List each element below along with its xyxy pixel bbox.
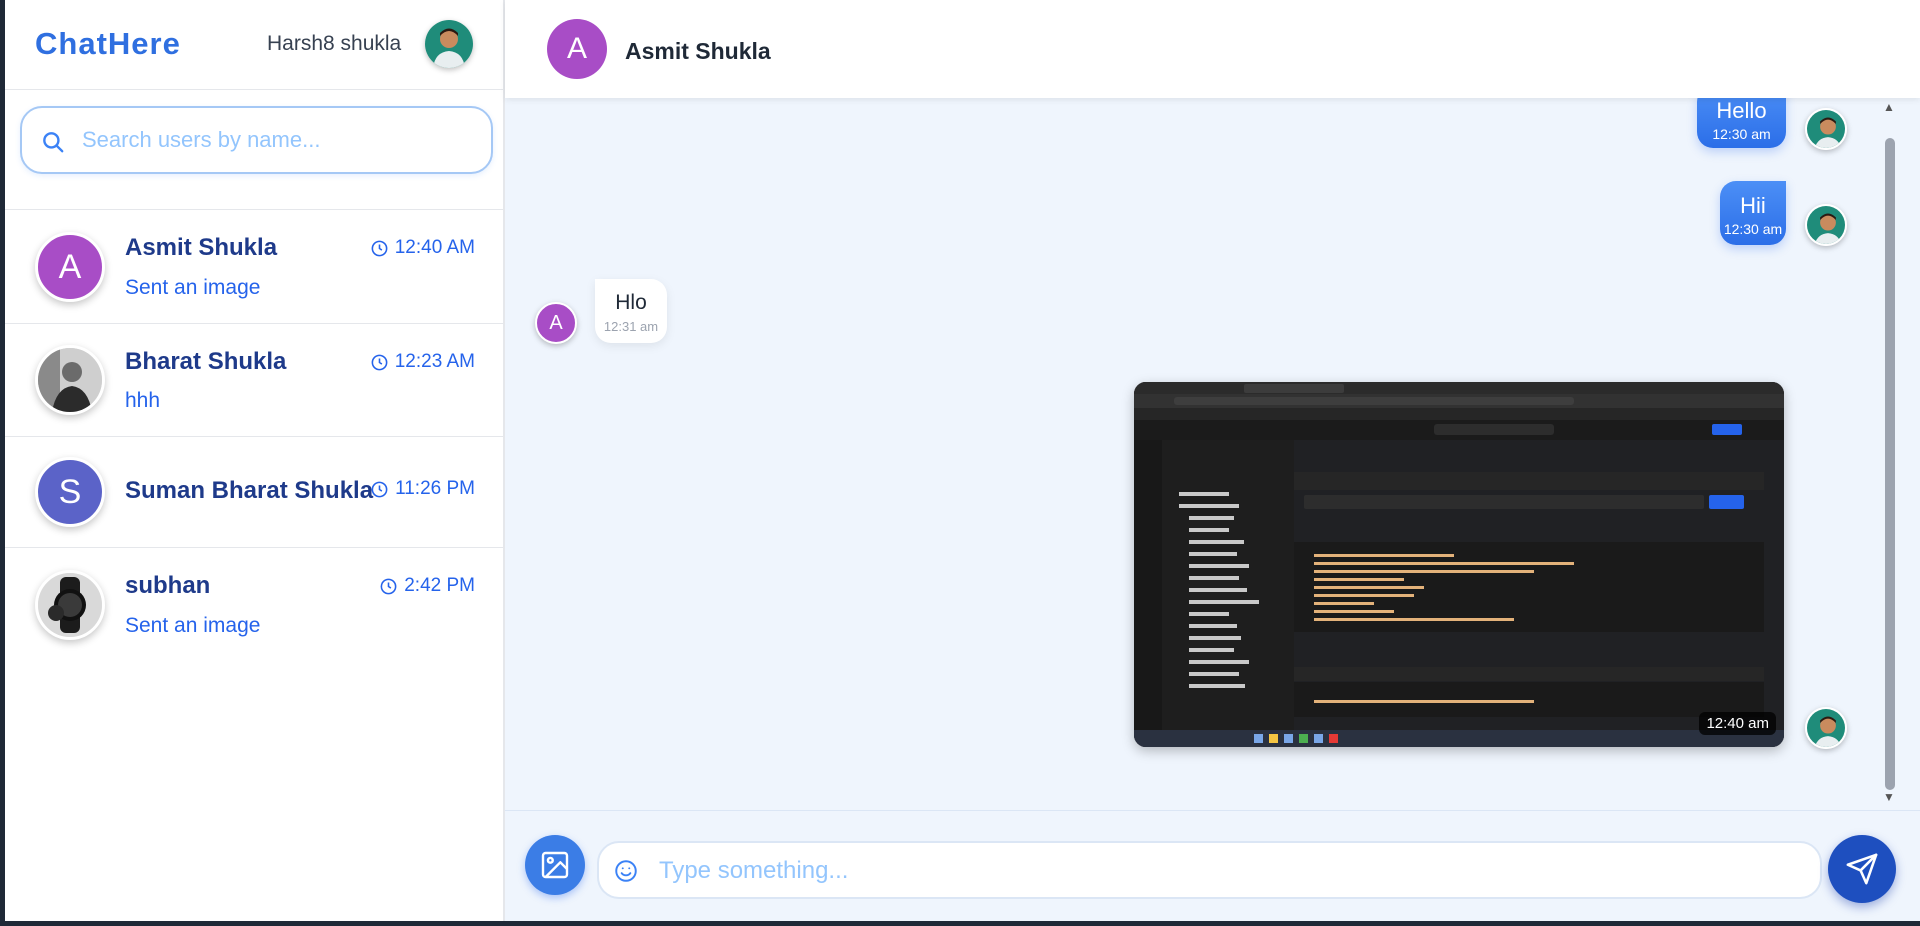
conversation-name: Suman Bharat Shukla — [125, 477, 374, 504]
emoji-icon[interactable] — [613, 858, 639, 884]
scrollbar-thumb[interactable] — [1885, 138, 1895, 790]
conversation-avatar — [35, 345, 105, 415]
conversation-item-asmit-shukla[interactable]: A Asmit Shukla 12:40 AM Sent an image — [5, 210, 503, 324]
conversation-name: Bharat Shukla — [125, 348, 287, 375]
image-icon — [541, 851, 569, 879]
conversation-avatar: S — [35, 457, 105, 527]
search-icon — [43, 132, 64, 153]
conversation-item-subhan[interactable]: subhan 2:42 PM Sent an image — [5, 548, 503, 660]
sender-avatar — [1805, 707, 1847, 749]
current-user-avatar[interactable] — [425, 20, 473, 68]
message-text: Hii — [1740, 193, 1766, 218]
message-outgoing: Hii 12:30 am — [1720, 181, 1786, 245]
conversation-name: subhan — [125, 572, 211, 599]
send-icon — [1846, 853, 1878, 885]
conversation-item-bharat-shukla[interactable]: Bharat Shukla 12:23 AM hhh — [5, 324, 503, 437]
sender-avatar — [1805, 204, 1847, 246]
message-time: 12:30 am — [1712, 126, 1771, 142]
search-box — [20, 106, 493, 174]
conversation-item-suman-bharat-shukla[interactable]: S Suman Bharat Shukla 11:26 PM — [5, 437, 503, 548]
clock-icon — [371, 354, 388, 370]
message-image[interactable]: 12:40 am — [1134, 382, 1784, 747]
message-list-scrollbar[interactable]: ▲ ▼ — [1880, 98, 1900, 808]
message-time: 12:31 am — [603, 319, 659, 334]
conversation-time-label: 2:42 PM — [404, 575, 475, 596]
scroll-down-arrow-icon[interactable]: ▼ — [1883, 790, 1895, 804]
message-composer — [505, 810, 1920, 926]
current-user-name: Harsh8 shukla — [267, 32, 402, 55]
sender-avatar — [1805, 108, 1847, 150]
image-screenshot-preview — [1134, 382, 1784, 747]
clock-icon — [371, 240, 388, 256]
conversation-avatar: A — [35, 232, 105, 302]
conversation-name: Asmit Shukla — [125, 234, 278, 261]
send-button[interactable] — [1828, 835, 1896, 903]
conversation-preview: Sent an image — [125, 614, 261, 637]
sender-avatar: A — [535, 302, 577, 344]
message-text: Hlo — [615, 291, 647, 314]
message-time: 12:40 am — [1699, 712, 1776, 735]
attach-image-button[interactable] — [525, 835, 585, 895]
conversation-time-label: 12:40 AM — [394, 237, 475, 258]
message-text: Hello — [1716, 98, 1767, 123]
message-time: 12:30 am — [1723, 221, 1783, 237]
contact-avatar[interactable]: A — [547, 19, 607, 79]
chat-panel: A Asmit Shukla Hello 12:30 am Hii 12:30 … — [505, 0, 1920, 926]
conversation-time-label: 12:23 AM — [394, 351, 475, 372]
scroll-up-arrow-icon[interactable]: ▲ — [1883, 100, 1895, 114]
app-brand: ChatHere — [35, 26, 181, 61]
conversation-time-label: 11:26 PM — [395, 478, 475, 499]
conversation-time: 12:40 AM — [370, 237, 475, 259]
conversation-time: 12:23 AM — [370, 351, 475, 373]
sidebar: ChatHere Harsh8 shukla A Asmit Shukla 12… — [5, 0, 505, 926]
clock-icon — [380, 578, 397, 594]
search-section — [5, 90, 503, 210]
window-frame-bottom — [0, 921, 1920, 926]
sidebar-header: ChatHere Harsh8 shukla — [5, 0, 503, 90]
conversation-avatar — [35, 570, 105, 640]
clock-icon — [371, 481, 388, 497]
conversation-preview: Sent an image — [125, 276, 261, 299]
conversation-time: 11:26 PM — [370, 478, 475, 500]
message-input-box — [597, 841, 1822, 899]
conversation-preview: hhh — [125, 389, 161, 412]
contact-name: Asmit Shukla — [625, 38, 771, 64]
chat-header: A Asmit Shukla — [505, 0, 1920, 98]
message-incoming: Hlo 12:31 am — [595, 279, 667, 343]
message-input[interactable] — [659, 853, 1799, 889]
conversation-time: 2:42 PM — [379, 575, 475, 597]
search-input[interactable] — [82, 122, 472, 158]
